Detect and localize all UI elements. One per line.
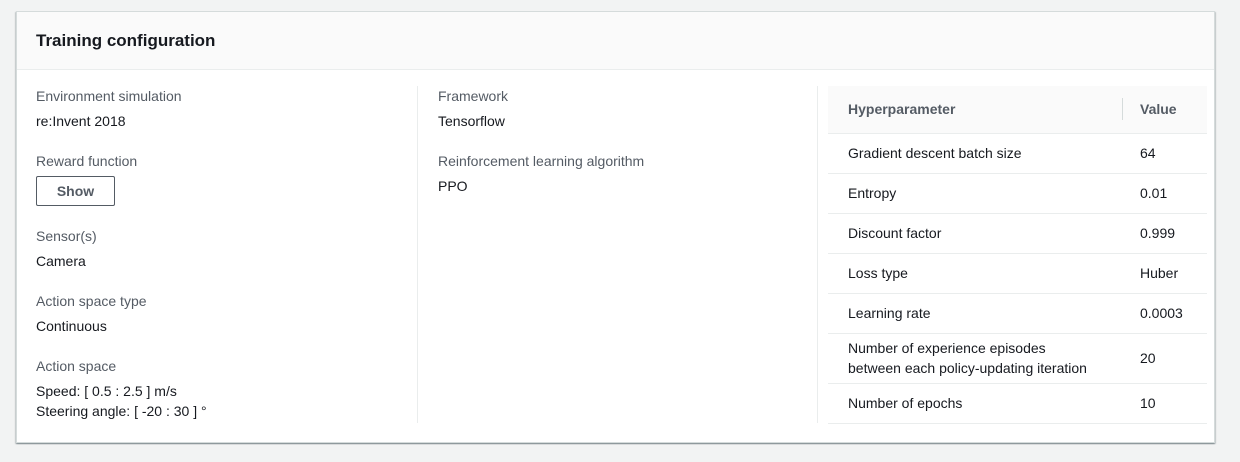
hyperparameter-value: 0.999 (1122, 213, 1207, 254)
environment-field: Environment simulation re:Invent 2018 (36, 86, 182, 131)
action-space-type-field: Action space type Continuous (36, 291, 147, 336)
environment-label: Environment simulation (36, 88, 182, 104)
action-space-steering: Steering angle: [ -20 : 30 ] ° (36, 403, 207, 419)
table-row: Learning rate 0.0003 (828, 293, 1207, 334)
table-row: Discount factor 0.999 (828, 213, 1207, 254)
action-space-type-value: Continuous (36, 318, 107, 334)
column-header-value: Value (1122, 86, 1207, 134)
hyperparameter-name: Gradient descent batch size (828, 133, 1122, 174)
hyperparameter-name: Loss type (828, 253, 1122, 294)
training-configuration-panel: Training configuration Environment simul… (16, 11, 1215, 443)
panel-header: Training configuration (17, 12, 1214, 70)
action-space-label: Action space (36, 358, 117, 374)
action-space-speed: Speed: [ 0.5 : 2.5 ] m/s (36, 383, 177, 399)
hyperparameter-value: 0.0003 (1122, 293, 1207, 334)
hyperparameter-value: 0.01 (1122, 173, 1207, 214)
hyperparameter-name-line-2: between each policy-updating iteration (848, 360, 1087, 376)
framework-value: Tensorflow (438, 113, 505, 129)
hyperparameter-name-line-1: Number of experience episodes (848, 340, 1046, 356)
sensors-label: Sensor(s) (36, 228, 97, 244)
hyperparameter-name: Number of experience episodes between ea… (828, 333, 1122, 384)
table-row: Gradient descent batch size 64 (828, 133, 1207, 174)
action-space-type-label: Action space type (36, 293, 147, 309)
framework-field: Framework Tensorflow (438, 86, 508, 131)
table-row: Number of experience episodes between ea… (828, 333, 1207, 384)
table-row: Entropy 0.01 (828, 173, 1207, 214)
algorithm-field: Reinforcement learning algorithm PPO (438, 151, 644, 196)
table-row: Loss type Huber (828, 253, 1207, 294)
hyperparameter-name: Learning rate (828, 293, 1122, 334)
hyperparameter-value: 64 (1122, 133, 1207, 174)
hyperparameter-name: Entropy (828, 173, 1122, 214)
algorithm-label: Reinforcement learning algorithm (438, 153, 645, 169)
hyperparameter-table: Hyperparameter Value Gradient descent ba… (828, 86, 1207, 424)
table-header-row: Hyperparameter Value (828, 86, 1207, 134)
show-reward-function-button[interactable]: Show (36, 176, 115, 206)
table-row: Number of epochs 10 (828, 383, 1207, 424)
hyperparameter-value: 10 (1122, 383, 1207, 424)
middle-column: Framework Tensorflow Reinforcement learn… (417, 86, 817, 423)
panel-title: Training configuration (36, 30, 216, 50)
sensors-field: Sensor(s) Camera (36, 226, 97, 271)
left-column: Environment simulation re:Invent 2018 Re… (17, 86, 417, 443)
action-space-field: Action space Speed: [ 0.5 : 2.5 ] m/s St… (36, 356, 207, 421)
reward-function-label: Reward function (36, 153, 138, 169)
panel-body: Environment simulation re:Invent 2018 Re… (17, 70, 1214, 443)
environment-value: re:Invent 2018 (36, 113, 126, 129)
hyperparameter-value: Huber (1122, 253, 1207, 294)
algorithm-value: PPO (438, 178, 468, 194)
hyperparameter-value: 20 (1122, 333, 1207, 384)
column-header-hyperparameter: Hyperparameter (828, 86, 1122, 134)
reward-function-field: Reward function Show (36, 151, 137, 206)
hyperparameter-name: Number of epochs (828, 383, 1122, 424)
framework-label: Framework (438, 88, 509, 104)
right-column: Hyperparameter Value Gradient descent ba… (817, 86, 1216, 424)
sensors-value: Camera (36, 253, 86, 269)
hyperparameter-name: Discount factor (828, 213, 1122, 254)
